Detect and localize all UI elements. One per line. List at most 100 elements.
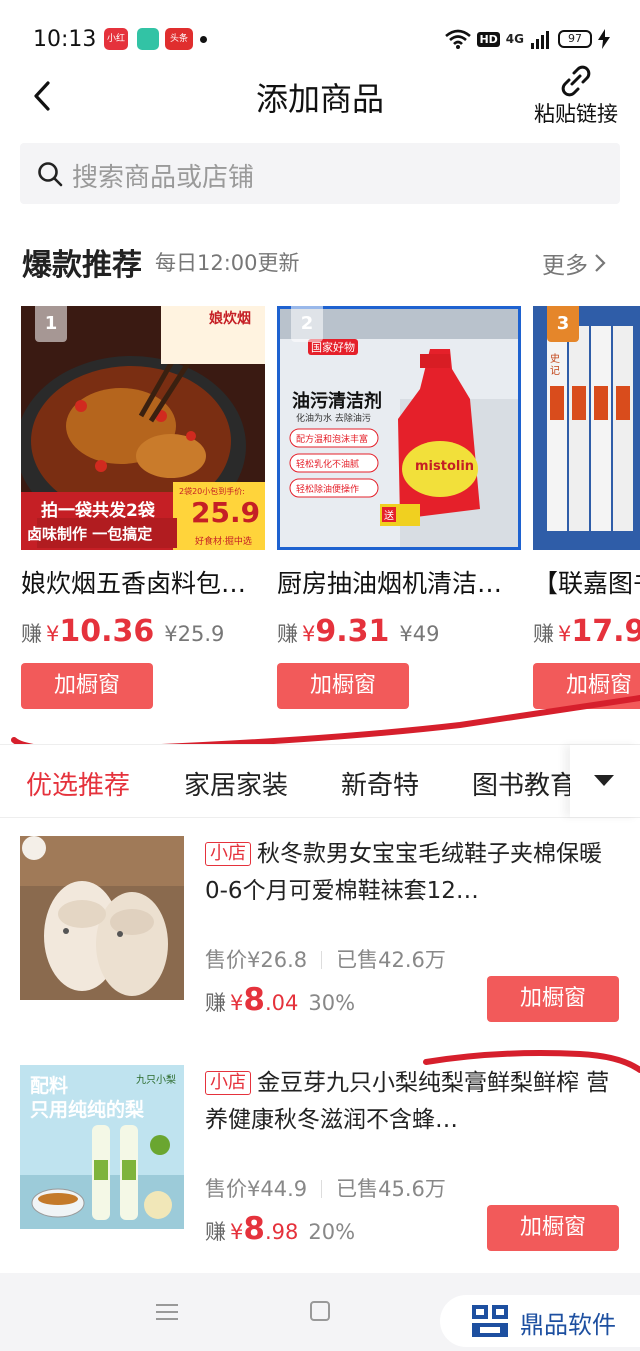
earn-amount: 9.31 — [315, 614, 390, 649]
image-brand-text: 娘炊烟 — [209, 311, 251, 327]
category-tab-bar: 优选推荐 家居家装 新奇特 图书教育 — [0, 744, 640, 818]
original-price: ¥25.9 — [164, 622, 225, 646]
earn-amount: 17.9 — [571, 614, 640, 649]
network-type: 4G — [505, 32, 524, 46]
divider — [321, 1180, 323, 1198]
image-point: 配方温和泡沫丰富 — [296, 435, 369, 445]
search-placeholder: 搜索商品或店铺 — [72, 163, 255, 193]
add-to-window-button[interactable]: 加橱窗 — [533, 663, 640, 709]
earn-row: 赚 ¥10.36 ¥25.9 — [21, 614, 224, 649]
notification-app-icon — [137, 28, 159, 50]
image-promo-sub: 好食材·掘中选 — [195, 537, 252, 547]
hd-icon: HD — [477, 31, 500, 47]
product-title: 小店 秋冬款男女宝宝毛绒鞋子夹棉保暖0-6个月可爱棉鞋袜套12… — [205, 836, 610, 910]
list-item[interactable]: 小店 秋冬款男女宝宝毛绒鞋子夹棉保暖0-6个月可爱棉鞋袜套12… 售价¥26.8 已… — [0, 836, 640, 1046]
tab-home-decor[interactable]: 家居家装 — [184, 765, 288, 802]
notification-app-icon: 头条 — [165, 28, 193, 50]
add-to-window-button[interactable]: 加橱窗 — [487, 976, 619, 1022]
charging-icon — [598, 29, 610, 49]
earn-integer: 8 — [243, 982, 265, 1018]
image-gift-tag: 送 — [382, 507, 396, 522]
battery-icon: 97 — [558, 30, 592, 48]
image-subtitle: 化油为水 去除油污 — [296, 414, 371, 424]
add-to-window-button[interactable]: 加橱窗 — [21, 663, 153, 709]
product-title: 小店 金豆芽九只小梨纯梨膏鲜梨鲜榨 营养健康秋冬滋润不含蜂… — [205, 1065, 610, 1139]
watermark: 鼎品软件 — [440, 1295, 640, 1347]
wifi-icon — [445, 29, 472, 49]
signal-icon — [531, 31, 549, 49]
product-name: 娘炊烟五香卤料包… — [21, 569, 247, 598]
earn-prefix: 赚 — [533, 622, 554, 646]
currency: ¥ — [230, 991, 244, 1015]
image-book-title: 史记 — [550, 354, 560, 377]
list-item[interactable]: 九只小梨 配料 只用纯纯的梨 小店 金豆芽九只小梨纯梨膏鲜梨鲜榨 营养健康秋冬滋润… — [0, 1065, 640, 1275]
hot-product-card[interactable]: 国家好物 油污清洁剂 化油为水 去除油污 配方温和泡沫丰富 轻松乳化不油腻 轻松… — [277, 306, 521, 726]
section-title-hot: 爆款推荐 — [22, 248, 142, 283]
product-name: 厨房抽油烟机清洁… — [277, 569, 503, 598]
earn-row: 赚 ¥9.31 ¥49 — [277, 614, 440, 649]
search-icon — [38, 162, 63, 187]
watermark-text: 鼎品软件 — [520, 1311, 616, 1339]
earn-prefix: 赚 — [205, 991, 226, 1015]
image-line2: 只用纯纯的梨 — [30, 1099, 145, 1121]
product-image: 九只小梨 配料 只用纯纯的梨 — [20, 1065, 184, 1229]
currency: ¥ — [46, 622, 60, 646]
currency: ¥ — [302, 622, 316, 646]
earn-prefix: 赚 — [277, 622, 298, 646]
sold-label: 已售 — [336, 1177, 379, 1201]
rank-badge: 3 — [547, 306, 579, 342]
earn-amount: 10.36 — [59, 614, 155, 649]
earn-row: 赚 ¥8.04 30% — [205, 982, 355, 1018]
chevron-right-icon — [595, 254, 606, 272]
divider — [321, 951, 323, 969]
earn-row: 赚 ¥8.98 20% — [205, 1211, 355, 1247]
sold-count: 42.6万 — [378, 948, 446, 972]
rank-badge: 2 — [291, 306, 323, 342]
image-slogan-text: 拍一袋共发2袋 — [41, 501, 155, 521]
product-image: 娘炊烟 拍一袋共发2袋 卤味制作 一包搞定 2袋20小包到手价: 25.9 好食… — [21, 306, 265, 550]
commission-rate: 30% — [308, 991, 356, 1015]
image-brand: 九只小梨 — [136, 1075, 176, 1086]
image-tagline-text: 卤味制作 一包搞定 — [27, 525, 153, 543]
paste-link-button[interactable]: 粘贴链接 — [532, 64, 620, 128]
earn-decimal: .04 — [264, 991, 299, 1015]
more-label: 更多 — [542, 253, 588, 279]
sale-info: 售价¥44.9 已售45.6万 — [205, 1173, 446, 1203]
more-link[interactable]: 更多 — [542, 246, 606, 280]
image-line1: 配料 — [30, 1075, 69, 1097]
sold-count: 45.6万 — [378, 1177, 446, 1201]
earn-prefix: 赚 — [21, 622, 42, 646]
rank-badge: 1 — [35, 306, 67, 342]
tab-selected-recommend[interactable]: 优选推荐 — [26, 765, 130, 802]
tab-books-education[interactable]: 图书教育 — [472, 765, 576, 802]
earn-row: 赚 ¥17.9 — [533, 614, 640, 649]
caret-down-icon — [594, 775, 614, 786]
sold-label: 已售 — [336, 948, 379, 972]
sale-price: ¥26.8 — [247, 948, 308, 972]
tab-expand-button[interactable] — [570, 745, 640, 817]
earn-integer: 8 — [243, 1211, 265, 1247]
product-image: 史记 — [533, 306, 640, 550]
sale-price: ¥44.9 — [247, 1177, 308, 1201]
price-label: 售价 — [205, 1177, 247, 1201]
hot-product-card[interactable]: 史记 3 【联嘉图书】… 赚¥17.9 加橱窗 — [533, 306, 640, 726]
sale-info: 售价¥26.8 已售42.6万 — [205, 944, 446, 974]
menu-icon[interactable] — [156, 1303, 178, 1321]
hot-card-clip: 史记 3 【联嘉图书】… 赚¥17.9 加橱窗 — [533, 306, 640, 726]
hot-product-card[interactable]: 娘炊烟 拍一袋共发2袋 卤味制作 一包搞定 2袋20小包到手价: 25.9 好食… — [21, 306, 265, 726]
product-image — [20, 836, 184, 1000]
image-bottle-brand: mistolin — [415, 459, 475, 474]
status-time: 10:13 — [33, 27, 97, 52]
price-label: 售价 — [205, 948, 247, 972]
shop-tag: 小店 — [205, 1071, 251, 1095]
add-to-window-button[interactable]: 加橱窗 — [277, 663, 409, 709]
add-to-window-button[interactable]: 加橱窗 — [487, 1205, 619, 1251]
currency: ¥ — [230, 1220, 244, 1244]
home-icon[interactable] — [310, 1301, 330, 1321]
tab-novelty[interactable]: 新奇特 — [341, 765, 419, 802]
product-title-text: 秋冬款男女宝宝毛绒鞋子夹棉保暖0-6个月可爱棉鞋袜套12… — [205, 841, 602, 904]
notification-dot-icon — [200, 36, 207, 43]
search-input[interactable]: 搜索商品或店铺 — [20, 143, 620, 204]
shop-tag: 小店 — [205, 842, 251, 866]
image-point: 轻松除油便操作 — [296, 485, 360, 495]
